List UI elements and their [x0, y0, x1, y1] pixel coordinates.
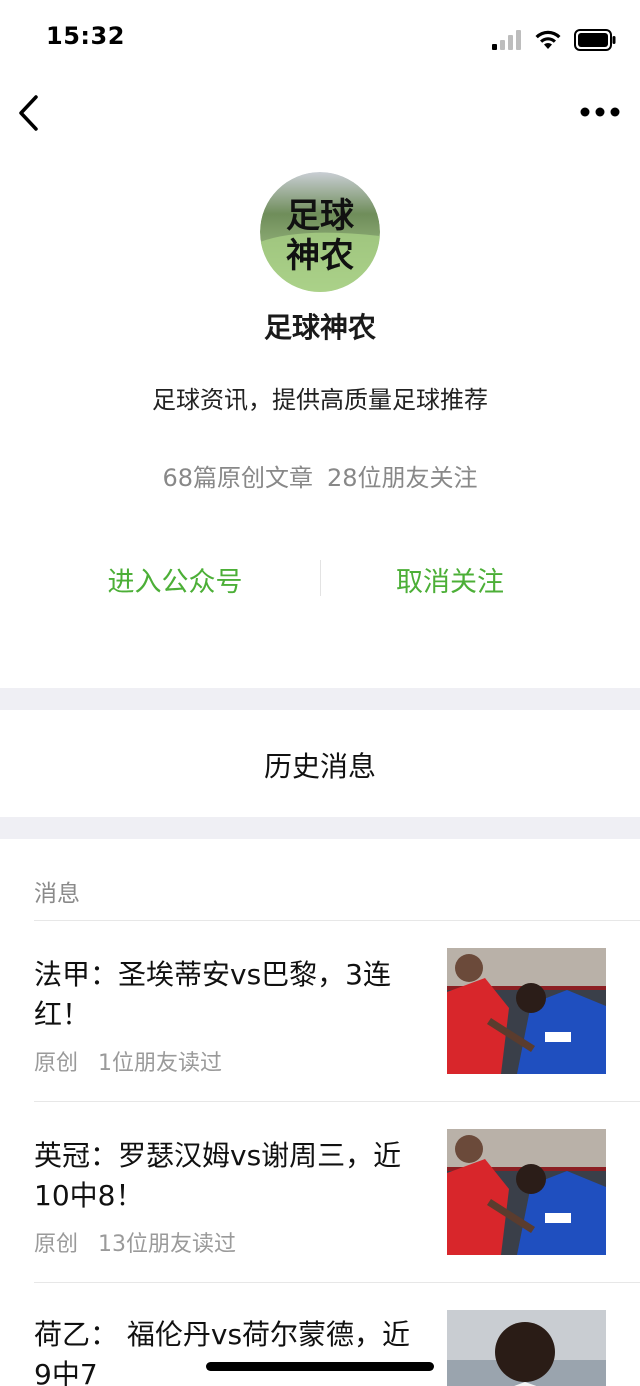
- account-stats: 68篇原创文章 28位朋友关注: [0, 458, 640, 493]
- original-articles-count: 68篇原创文章: [162, 464, 313, 492]
- unfollow-button[interactable]: 取消关注: [350, 560, 550, 599]
- section-separator: [0, 688, 640, 710]
- cellular-signal-icon: [492, 30, 521, 50]
- status-time: 15:32: [46, 22, 125, 50]
- account-name: 足球神农: [263, 311, 376, 344]
- article-thumbnail: [447, 948, 606, 1074]
- article-reads: 13位朋友读过: [98, 1232, 237, 1257]
- friends-following-count: 28位朋友关注: [327, 464, 478, 492]
- article-tag: 原创: [34, 1051, 79, 1076]
- article-item[interactable]: 法甲：圣埃蒂安vs巴黎，3连红！ 原创 1位朋友读过: [0, 921, 640, 1101]
- back-button[interactable]: [14, 92, 54, 136]
- article-reads: 1位朋友读过: [98, 1051, 223, 1076]
- section-separator: [0, 817, 640, 839]
- more-dots-icon: [580, 107, 620, 117]
- svg-text:神农: 神农: [286, 236, 354, 276]
- article-thumbnail: [447, 1129, 606, 1255]
- account-description: 足球资讯，提供高质量足球推荐: [152, 386, 488, 414]
- article-tag: 原创: [34, 1232, 79, 1257]
- account-avatar: 足球 神农: [260, 172, 380, 292]
- article-title: 荷乙： 福伦丹vs荷尔蒙德，近9中7: [34, 1318, 411, 1386]
- article-title: 英冠：罗瑟汉姆vs谢周三，近10中8！: [34, 1139, 402, 1212]
- svg-text:足球: 足球: [286, 196, 355, 236]
- history-title: 历史消息: [263, 750, 376, 783]
- messages-section-label: 消息: [34, 881, 80, 907]
- article-item[interactable]: 英冠：罗瑟汉姆vs谢周三，近10中8！ 原创 13位朋友读过: [0, 1102, 640, 1282]
- wifi-icon: [535, 30, 561, 49]
- article-meta: 原创 1位朋友读过: [34, 1045, 222, 1077]
- battery-icon: [574, 29, 616, 51]
- article-thumbnail: [447, 1310, 606, 1386]
- home-indicator: [206, 1362, 434, 1371]
- more-options-button[interactable]: [578, 98, 622, 126]
- action-divider: [320, 560, 321, 596]
- chevron-left-icon: [19, 95, 38, 131]
- article-title: 法甲：圣埃蒂安vs巴黎，3连红！: [34, 958, 391, 1031]
- article-meta: 原创 13位朋友读过: [34, 1226, 236, 1258]
- enter-account-button[interactable]: 进入公众号: [60, 560, 290, 599]
- status-icons: [492, 26, 616, 54]
